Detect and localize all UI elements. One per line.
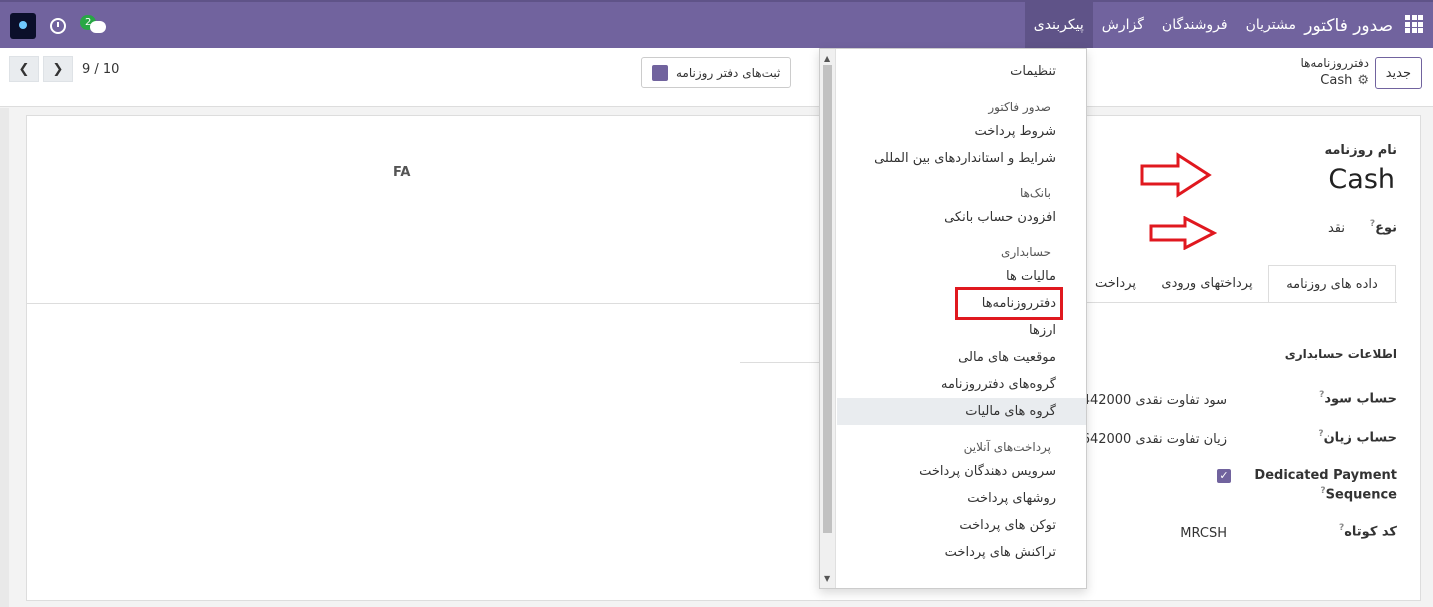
dedicated-label-line2-text: Sequence xyxy=(1325,487,1397,503)
breadcrumb-current: Cash ⚙ xyxy=(1320,73,1369,88)
page-scrollbar[interactable] xyxy=(0,108,9,607)
menu-header-invoicing: صدور فاکتور xyxy=(988,100,1051,114)
menu-item-currencies[interactable]: ارزها xyxy=(837,317,1086,344)
breadcrumb-parent[interactable]: دفترروزنامه‌ها xyxy=(1300,56,1369,70)
tab-incoming-payments[interactable]: پرداختهای ورودی xyxy=(1146,265,1268,303)
type-label-text: نوع xyxy=(1375,220,1397,236)
apps-grid-icon[interactable] xyxy=(1405,15,1423,33)
annotation-arrow-icon xyxy=(1140,152,1212,198)
app-root: صدور فاکتور مشتریان فروشندگان گزارش پیکر… xyxy=(0,0,1433,607)
section-title: اطلاعات حسابداری xyxy=(1284,347,1397,361)
menu-item-incoterms[interactable]: شرایط و استانداردهای بین المللی xyxy=(837,145,1086,172)
gear-icon[interactable]: ⚙ xyxy=(1357,73,1369,88)
book-icon xyxy=(652,64,668,81)
menu-item-taxes[interactable]: مالیات ها xyxy=(837,263,1086,290)
menu-vendors[interactable]: فروشندگان xyxy=(1153,2,1237,48)
journal-name-label: نام روزنامه xyxy=(1324,143,1397,158)
menu-item-add-bank-account[interactable]: افزودن حساب بانکی xyxy=(837,204,1086,231)
short-code-field[interactable]: MRCSH xyxy=(1180,526,1227,541)
app-brand[interactable]: صدور فاکتور xyxy=(1304,16,1393,36)
dropdown-scrollbar[interactable]: ▲ ▼ xyxy=(820,49,836,588)
pager-value[interactable]: 9 / 10 xyxy=(82,62,119,77)
scrollbar-thumb[interactable] xyxy=(823,65,832,533)
menu-header-banks: بانک‌ها xyxy=(1019,186,1051,200)
profit-account-label-text: حساب سود xyxy=(1324,391,1397,407)
menu-item-fiscal-positions[interactable]: موقعیت های مالی xyxy=(837,344,1086,371)
messaging-button[interactable]: 2 xyxy=(80,15,108,37)
new-button[interactable]: جدید xyxy=(1374,57,1422,89)
navbar-systray: 2 xyxy=(10,13,108,39)
journal-entries-label: ثبت‌های دفتر روزنامه xyxy=(676,65,781,80)
menu-header-accounting: حسابداری xyxy=(1001,245,1051,259)
dedicated-label-line2: ?Sequence xyxy=(1197,486,1397,502)
loss-account-field[interactable]: 642000 زیان تفاوت نقدی xyxy=(1082,432,1227,447)
top-navbar: صدور فاکتور مشتریان فروشندگان گزارش پیکر… xyxy=(0,0,1433,48)
loss-account-label-text: حساب زیان xyxy=(1323,430,1397,446)
activity-clock-icon[interactable] xyxy=(50,18,66,34)
journal-entries-button[interactable]: ثبت‌های دفتر روزنامه xyxy=(641,57,792,88)
profit-account-field[interactable]: 442000 سود تفاوت نقدی xyxy=(1082,393,1227,408)
menu-customers[interactable]: مشتریان xyxy=(1237,2,1305,48)
type-field[interactable]: نقد xyxy=(1328,221,1345,236)
form-tabs: داده های روزنامه پرداختهای ورودی پرداخت xyxy=(1070,265,1396,303)
divider xyxy=(27,303,827,304)
menu-item-payment-providers[interactable]: سرویس دهندگان پرداخت xyxy=(837,458,1086,485)
menu-item-settings[interactable]: تنظیمات xyxy=(837,58,1086,85)
fa-label: FA xyxy=(393,165,411,180)
menu-configuration[interactable]: پیکربندی xyxy=(1024,2,1093,48)
scroll-down-icon[interactable]: ▼ xyxy=(824,574,830,583)
annotation-arrow-icon xyxy=(1149,216,1217,250)
tabs-divider xyxy=(1070,302,1397,303)
profit-account-label: ?حساب سود xyxy=(1316,390,1397,406)
control-panel: جدید دفترروزنامه‌ها Cash ⚙ ثبت‌های دفتر … xyxy=(0,48,1433,107)
menu-item-payment-tokens[interactable]: توکن های پرداخت xyxy=(837,512,1086,539)
menu-item-payment-methods[interactable]: روشهای پرداخت xyxy=(837,485,1086,512)
loss-account-label: ?حساب زیان xyxy=(1315,429,1397,445)
user-avatar[interactable] xyxy=(10,13,36,39)
menu-item-payment-transactions[interactable]: تراکنش های پرداخت xyxy=(837,539,1086,566)
menu-item-payment-terms[interactable]: شروط پرداخت xyxy=(837,118,1086,145)
pager-next-button[interactable]: ❯ xyxy=(43,56,73,82)
short-code-label-text: کد کوتاه xyxy=(1344,524,1397,540)
scroll-up-icon[interactable]: ▲ xyxy=(824,54,830,63)
dedicated-sequence-checkbox[interactable]: ✓ xyxy=(1217,469,1231,483)
menu-item-journal-groups[interactable]: گروه‌های دفترروزنامه xyxy=(837,371,1086,398)
menu-item-tax-groups[interactable]: گروه های مالیات xyxy=(837,398,1086,425)
top-menu: مشتریان فروشندگان گزارش پیکربندی xyxy=(1024,2,1305,48)
type-label: ?نوع xyxy=(1367,219,1397,235)
breadcrumb-record: Cash xyxy=(1320,73,1353,88)
chat-icon xyxy=(90,21,106,33)
short-code-label: ?کد کوتاه xyxy=(1336,523,1397,539)
tab-journal-entries[interactable]: داده های روزنامه xyxy=(1268,265,1396,303)
pager-previous-button[interactable]: ❮ xyxy=(9,56,39,82)
menu-reporting[interactable]: گزارش xyxy=(1093,2,1153,48)
annotation-highlight-box xyxy=(955,287,1063,320)
menu-header-online-payments: پرداخت‌های آنلاین xyxy=(963,440,1051,454)
journal-name-field[interactable]: Cash xyxy=(1328,164,1395,195)
